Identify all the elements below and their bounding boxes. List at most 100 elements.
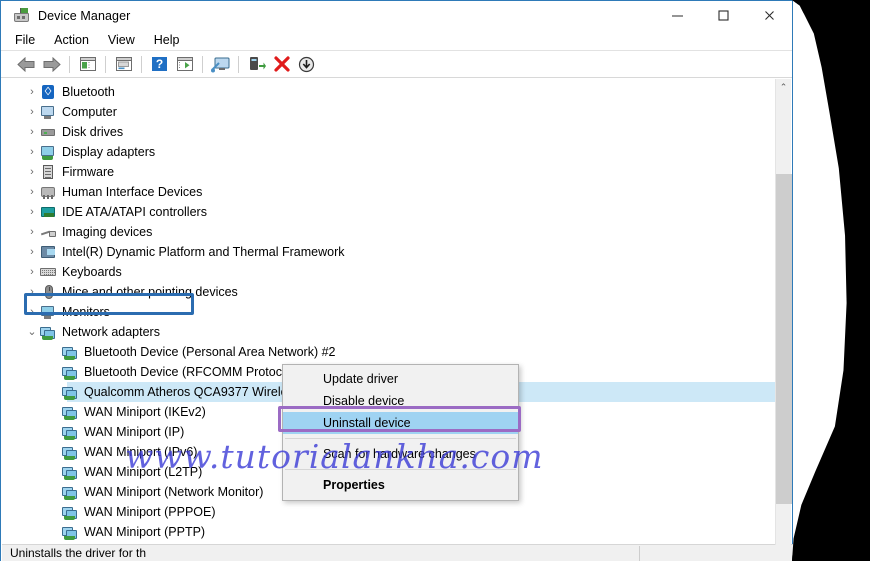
tree-node-label: WAN Miniport (IKEv2) — [84, 405, 206, 419]
context-menu[interactable]: Update driver Disable device Uninstall d… — [282, 364, 519, 501]
network-adapter-icon — [62, 524, 79, 540]
tree-node-disk-drives[interactable]: › Disk drives — [2, 122, 778, 142]
title-bar: Device Manager — [1, 1, 792, 30]
occlusion-shape — [792, 0, 870, 561]
tree-node-label: WAN Miniport (IPv6) — [84, 445, 198, 459]
tree-node-wan-pppoe[interactable]: WAN Miniport (PPPOE) — [2, 502, 778, 522]
disable-device-button[interactable] — [294, 53, 319, 76]
tree-node-bluetooth[interactable]: › ♢ Bluetooth — [2, 82, 778, 102]
chevron-right-icon[interactable]: › — [24, 106, 40, 118]
console-tree-button[interactable] — [75, 53, 100, 76]
uninstall-device-button[interactable] — [269, 53, 294, 76]
tree-node-label: Bluetooth — [62, 85, 115, 99]
toolbar-separator-5 — [238, 55, 239, 73]
chevron-right-icon[interactable]: › — [24, 186, 40, 198]
tree-node-wan-pptp[interactable]: WAN Miniport (PPTP) — [2, 522, 778, 542]
scrollbar-thumb[interactable] — [776, 174, 792, 504]
tree-node-keyboards[interactable]: › Keyboards — [2, 262, 778, 282]
forward-button[interactable] — [39, 53, 64, 76]
chevron-right-icon[interactable]: › — [24, 266, 40, 278]
context-menu-item-label: Update driver — [323, 372, 399, 386]
network-adapter-icon — [62, 464, 79, 480]
menu-help[interactable]: Help — [154, 32, 191, 49]
monitor-icon — [40, 304, 57, 320]
screenshot-root: Device Manager File Action View Help ? ›… — [0, 0, 870, 561]
network-adapter-icon — [62, 344, 79, 360]
close-button[interactable] — [746, 1, 792, 30]
maximize-button[interactable] — [700, 1, 746, 30]
tree-node-label: Mice and other pointing devices — [62, 285, 238, 299]
tree-node-intel-dptf[interactable]: › Intel(R) Dynamic Platform and Thermal … — [2, 242, 778, 262]
tree-node-computer[interactable]: › Computer — [2, 102, 778, 122]
tree-node-monitors[interactable]: › Monitors — [2, 302, 778, 322]
update-driver-button[interactable] — [244, 53, 269, 76]
menu-file[interactable]: File — [15, 32, 46, 49]
toolbar: ? — [1, 51, 792, 78]
intel-platform-icon — [40, 244, 57, 260]
context-menu-item-disable-device[interactable]: Disable device — [283, 390, 518, 412]
tree-node-label: WAN Miniport (PPTP) — [84, 525, 206, 539]
back-button[interactable] — [14, 53, 39, 76]
network-adapter-icon — [62, 404, 79, 420]
minimize-button[interactable] — [654, 1, 700, 30]
chevron-right-icon[interactable]: › — [24, 166, 40, 178]
bluetooth-icon: ♢ — [42, 85, 54, 99]
tree-node-ide-controllers[interactable]: › IDE ATA/ATAPI controllers — [2, 202, 778, 222]
chevron-right-icon[interactable]: › — [24, 226, 40, 238]
status-bar-text: Uninstalls the driver for th — [10, 546, 147, 560]
tree-node-display-adapters[interactable]: › Display adapters — [2, 142, 778, 162]
chevron-right-icon[interactable]: › — [24, 306, 40, 318]
chevron-right-icon[interactable]: › — [24, 146, 40, 158]
context-menu-item-label: Scan for hardware changes — [323, 447, 476, 461]
toolbar-separator-2 — [105, 55, 106, 73]
tree-node-network-adapters[interactable]: ⌄ Network adapters — [2, 322, 778, 342]
firmware-icon — [40, 164, 57, 180]
menu-action[interactable]: Action — [54, 32, 100, 49]
network-adapter-icon — [62, 544, 79, 545]
context-menu-separator — [285, 469, 516, 470]
tree-node-hid[interactable]: › Human Interface Devices — [2, 182, 778, 202]
context-menu-item-label: Properties — [323, 478, 385, 492]
scroll-up-arrow-icon[interactable]: ⌃ — [776, 79, 791, 96]
chevron-right-icon[interactable]: › — [24, 286, 40, 298]
tree-node-label: Firmware — [62, 165, 115, 179]
tree-node-firmware[interactable]: › Firmware — [2, 162, 778, 182]
toolbar-separator-3 — [141, 55, 142, 73]
hid-icon — [40, 184, 57, 200]
scan-hardware-changes-button[interactable] — [208, 53, 233, 76]
tree-node-mice[interactable]: › Mice and other pointing devices — [2, 282, 778, 302]
action-pane-button[interactable] — [172, 53, 197, 76]
toolbar-separator-4 — [202, 55, 203, 73]
disk-drive-icon — [40, 124, 57, 140]
tree-node-imaging-devices[interactable]: › Imaging devices — [2, 222, 778, 242]
tree-node-label: Computer — [62, 105, 117, 119]
ide-controller-icon — [40, 204, 57, 220]
chevron-right-icon[interactable]: › — [24, 246, 40, 258]
status-bar-divider — [639, 546, 640, 561]
menu-view[interactable]: View — [108, 32, 146, 49]
context-menu-item-uninstall-device[interactable]: Uninstall device — [283, 412, 518, 434]
context-menu-separator — [285, 438, 516, 439]
chevron-down-icon[interactable]: ⌄ — [24, 326, 40, 338]
display-adapter-icon — [40, 144, 57, 160]
network-adapter-icon — [62, 364, 79, 380]
tree-node-label: WAN Miniport (L2TP) — [84, 465, 203, 479]
chevron-right-icon[interactable]: › — [24, 206, 40, 218]
properties-window-button[interactable] — [111, 53, 136, 76]
chevron-right-icon[interactable]: › — [24, 126, 40, 138]
context-menu-item-label: Disable device — [323, 394, 405, 408]
context-menu-item-properties[interactable]: Properties — [283, 474, 518, 496]
help-button[interactable]: ? — [147, 53, 172, 76]
device-manager-window: Device Manager File Action View Help ? ›… — [0, 0, 793, 561]
menu-bar: File Action View Help — [1, 30, 792, 51]
tree-node-label: Bluetooth Device (Personal Area Network)… — [84, 345, 336, 359]
mouse-icon — [40, 284, 57, 300]
context-menu-item-update-driver[interactable]: Update driver — [283, 368, 518, 390]
tree-node-label: Imaging devices — [62, 225, 153, 239]
tree-node-bt-pan[interactable]: Bluetooth Device (Personal Area Network)… — [2, 342, 778, 362]
chevron-right-icon[interactable]: › — [24, 86, 40, 98]
context-menu-item-scan-hardware-changes[interactable]: Scan for hardware changes — [283, 443, 518, 465]
device-manager-icon — [13, 7, 30, 24]
toolbar-separator-1 — [69, 55, 70, 73]
vertical-scrollbar[interactable]: ⌃ — [775, 79, 792, 545]
